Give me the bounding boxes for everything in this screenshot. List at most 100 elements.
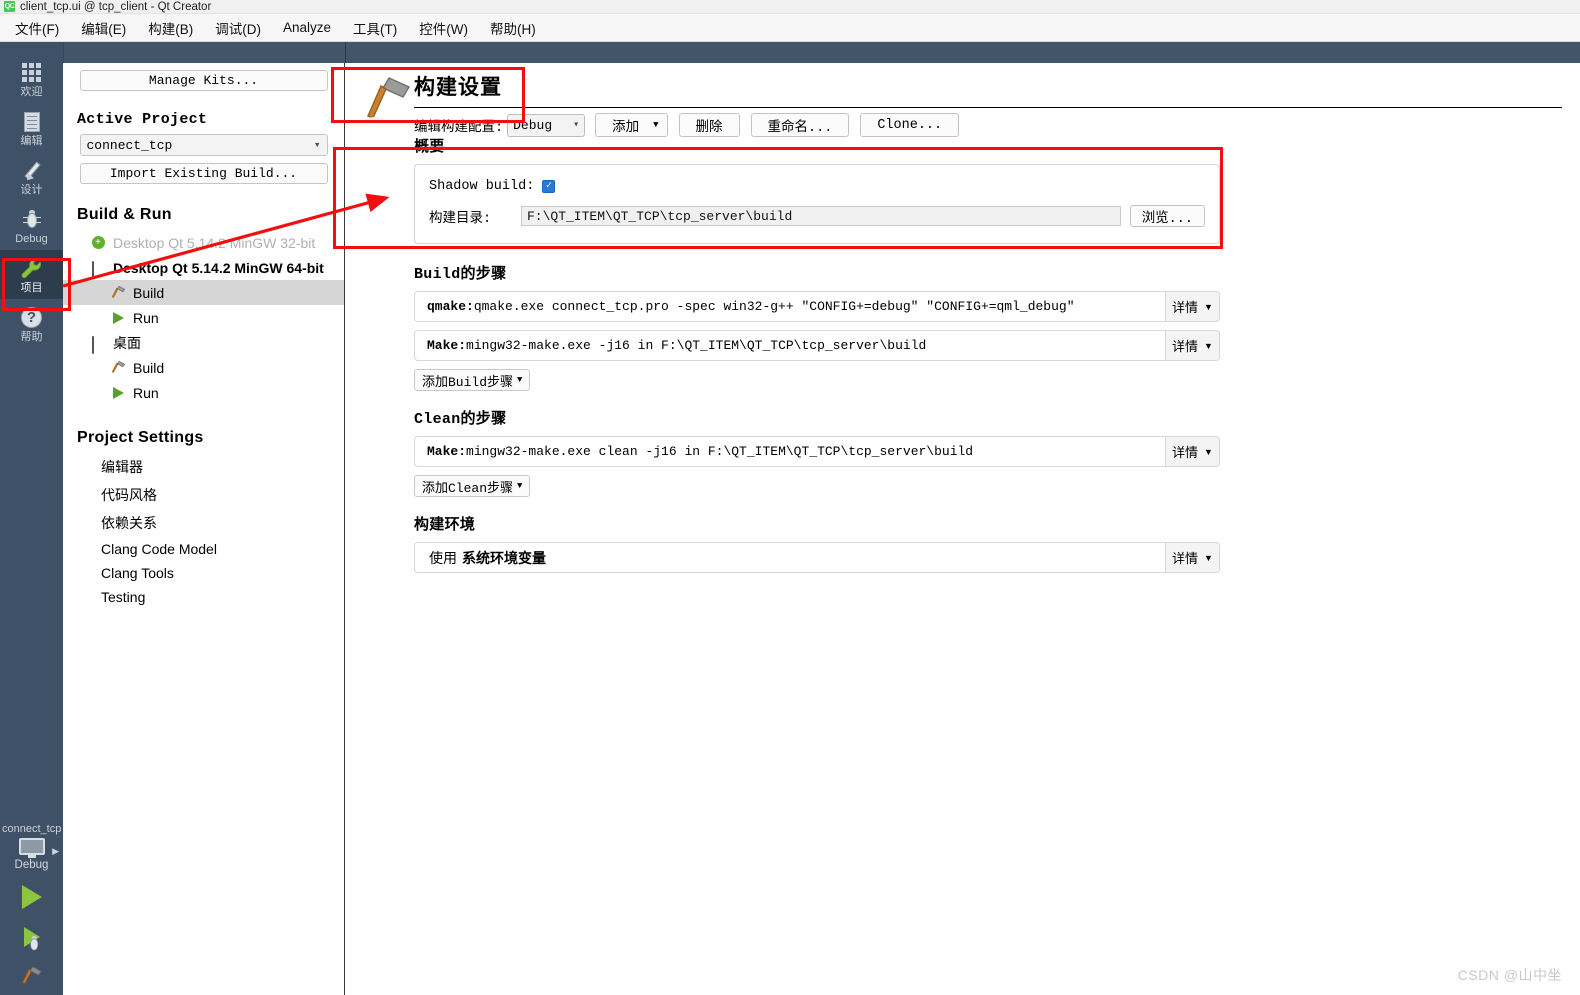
caret-down-icon: ▼ — [1204, 552, 1213, 563]
chevron-down-icon: ▾ — [573, 120, 580, 131]
strip-divider-left — [63, 42, 64, 63]
clean-step-make[interactable]: Make: mingw32-make.exe clean -j16 in F:\… — [414, 436, 1166, 467]
build-config-select[interactable]: Debug ▾ — [507, 113, 586, 137]
build-button[interactable] — [0, 957, 63, 995]
start-debugging-button[interactable] — [0, 917, 63, 957]
clean-steps-heading: Clean的步骤 — [414, 411, 507, 428]
details-label: 详情 — [1172, 300, 1199, 315]
manage-kits-button[interactable]: Manage Kits... — [79, 70, 328, 91]
build-steps-section: Build的步骤 qmake: qmake.exe connect_tcp.pr… — [414, 262, 1220, 391]
delete-config-button[interactable]: 删除 — [678, 113, 740, 137]
browse-button[interactable]: 浏览... — [1129, 205, 1205, 227]
clone-config-button[interactable]: Clone... — [860, 113, 960, 137]
step-text: mingw32-make.exe -j16 in F:\QT_ITEM\QT_T… — [466, 338, 927, 353]
settings-item-dependencies[interactable]: 依赖关系 — [63, 509, 344, 537]
play-icon — [109, 311, 127, 324]
clean-step-row: Make: mingw32-make.exe clean -j16 in F:\… — [414, 436, 1220, 467]
menu-bar: 文件(F) 编辑(E) 构建(B) 调试(D) Analyze 工具(T) 控件… — [0, 14, 1580, 42]
build-step-make[interactable]: Make: mingw32-make.exe -j16 in F:\QT_ITE… — [414, 330, 1166, 361]
tree-item-label: 桌面 — [113, 334, 141, 351]
active-project-value: connect_tcp — [86, 137, 173, 153]
shadow-build-checkbox[interactable]: ✓ — [542, 180, 556, 193]
settings-item-testing[interactable]: Testing — [63, 585, 344, 609]
shadow-build-label: Shadow build: — [429, 179, 535, 194]
kit-selector[interactable]: ▶ Debug — [0, 838, 63, 871]
import-existing-build-button[interactable]: Import Existing Build... — [79, 163, 328, 184]
menu-tools[interactable]: 工具(T) — [342, 14, 408, 42]
add-config-button[interactable]: 添加 ▼ — [595, 113, 668, 137]
add-build-step-button[interactable]: 添加Build步骤 ▼ — [414, 369, 531, 391]
build-env-value: 系统环境变量 — [462, 549, 546, 566]
play-icon — [109, 386, 127, 399]
tree-item-label: Run — [133, 384, 159, 401]
rename-config-button[interactable]: 重命名... — [750, 113, 850, 137]
build-config-value: Debug — [513, 117, 553, 133]
strip-divider — [345, 42, 346, 63]
kit-selector-label: Debug — [14, 859, 49, 871]
menu-edit[interactable]: 编辑(E) — [70, 14, 137, 42]
mode-projects-label: 项目 — [20, 281, 43, 294]
details-button[interactable]: 详情 ▼ — [1166, 330, 1220, 361]
summary-heading: 概要 — [414, 138, 445, 155]
menu-help[interactable]: 帮助(H) — [479, 14, 547, 42]
bug-icon — [22, 207, 41, 233]
build-dir-row: 构建目录: F:\QT_ITEM\QT_TCP\tcp_server\build… — [429, 205, 1205, 227]
active-project-heading: Active Project — [77, 111, 208, 128]
mode-design[interactable]: 设计 — [0, 152, 63, 201]
page-title: 构建设置 — [414, 75, 502, 99]
menu-window[interactable]: 控件(W) — [408, 14, 479, 42]
qt-creator-logo-icon: QC — [4, 1, 15, 12]
details-button[interactable]: 详情 ▼ — [1166, 436, 1220, 467]
mode-bar-bottom: connect_tcp ▶ Debug — [0, 823, 63, 995]
hammer-icon — [21, 966, 42, 984]
menu-build[interactable]: 构建(B) — [137, 14, 204, 42]
menu-analyze[interactable]: Analyze — [272, 16, 342, 39]
tree-item-build-desktop[interactable]: Build — [63, 355, 344, 380]
grid-icon — [22, 60, 41, 86]
build-settings-header: 构建设置 编辑构建配置: Debug ▾ 添加 ▼ 删除 重命名... Clon… — [346, 63, 1580, 137]
mode-edit-label: 编辑 — [20, 134, 43, 147]
tree-item-run-desktop[interactable]: Run — [63, 380, 344, 405]
tree-item-kit-64bit[interactable]: Desktop Qt 5.14.2 MinGW 64-bit — [63, 255, 344, 280]
settings-item-clang-code-model[interactable]: Clang Code Model — [63, 537, 344, 561]
build-dir-label: 构建目录: — [429, 211, 492, 227]
add-clean-step-button[interactable]: 添加Clean步骤 ▼ — [414, 475, 531, 497]
menu-debug[interactable]: 调试(D) — [204, 14, 272, 42]
mode-help[interactable]: ? 帮助 — [0, 299, 63, 348]
tree-item-kit-32bit[interactable]: + Desktop Qt 5.14.2 MinGW 32-bit — [63, 230, 344, 255]
details-button[interactable]: 详情 ▼ — [1166, 291, 1220, 322]
hammer-icon — [109, 360, 127, 375]
step-kind: qmake: — [427, 299, 474, 314]
build-dir-input[interactable]: F:\QT_ITEM\QT_TCP\tcp_server\build — [521, 206, 1121, 226]
mode-projects[interactable]: 项目 — [0, 250, 63, 299]
run-button[interactable] — [0, 877, 63, 917]
settings-item-editor[interactable]: 编辑器 — [63, 453, 344, 481]
bug-icon — [27, 936, 41, 951]
build-step-qmake[interactable]: qmake: qmake.exe connect_tcp.pro -spec w… — [414, 291, 1166, 322]
build-env-summary[interactable]: 使用 系统环境变量 — [414, 542, 1166, 573]
project-settings-heading: Project Settings — [77, 429, 204, 446]
tree-item-run-64bit[interactable]: Run — [63, 305, 344, 330]
watermark: CSDN @山中坐 — [1457, 967, 1562, 983]
settings-item-code-style[interactable]: 代码风格 — [63, 481, 344, 509]
details-button[interactable]: 详情 ▼ — [1166, 542, 1220, 573]
settings-item-clang-tools[interactable]: Clang Tools — [63, 561, 344, 585]
build-step-row: Make: mingw32-make.exe -j16 in F:\QT_ITE… — [414, 330, 1220, 361]
tree-item-kit-desktop[interactable]: 桌面 — [63, 330, 344, 355]
build-config-toolbar: 编辑构建配置: Debug ▾ 添加 ▼ 删除 重命名... Clone... — [414, 113, 970, 137]
menu-file[interactable]: 文件(F) — [4, 14, 70, 42]
tree-item-label: Build — [133, 284, 165, 301]
details-label: 详情 — [1172, 551, 1199, 566]
window-titlebar: QC client_tcp.ui @ tcp_client - Qt Creat… — [0, 0, 1580, 14]
hammer-icon — [366, 77, 411, 123]
add-clean-step-label: 添加Clean步骤 — [422, 480, 514, 496]
tree-item-build-64bit[interactable]: Build — [63, 280, 344, 305]
mode-debug[interactable]: Debug — [0, 201, 63, 250]
title-rule — [414, 107, 1562, 108]
add-config-label: 添加 — [612, 120, 640, 136]
active-project-select[interactable]: connect_tcp ▾ — [79, 134, 328, 156]
mode-welcome-label: 欢迎 — [20, 85, 43, 98]
project-settings-list: 编辑器 代码风格 依赖关系 Clang Code Model Clang Too… — [63, 453, 344, 609]
mode-welcome[interactable]: 欢迎 — [0, 54, 63, 103]
mode-edit[interactable]: 编辑 — [0, 103, 63, 152]
